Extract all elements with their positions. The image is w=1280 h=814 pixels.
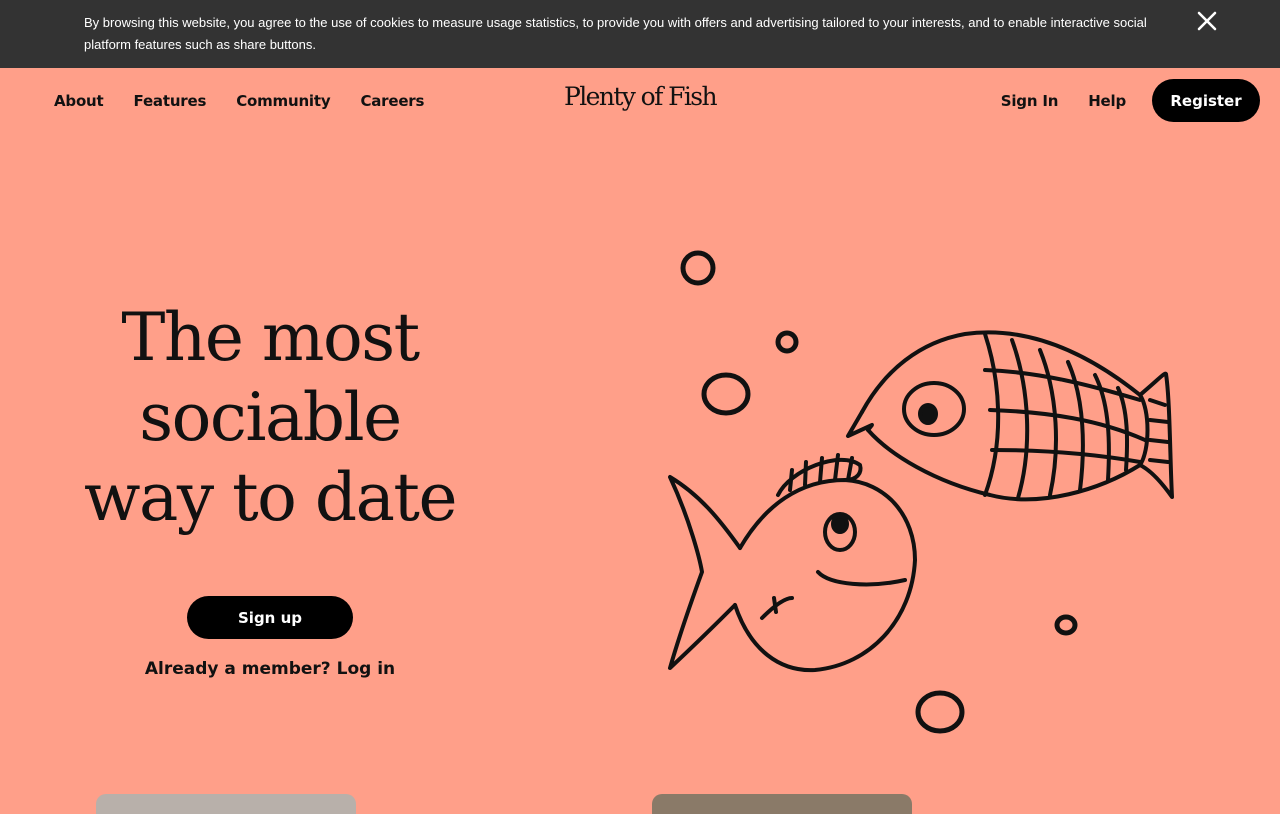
main-nav: About Features Community Careers Plenty … [0,68,1280,136]
preview-card [96,794,356,814]
nav-link-community[interactable]: Community [236,92,330,110]
hero-headline: The most sociable way to date [40,298,500,538]
nav-right-links: Sign In Help Register [1001,79,1260,122]
bubble-icon [915,690,965,734]
member-prompt-text: Already a member? [144,659,331,679]
nav-left-links: About Features Community Careers [54,92,424,110]
two-fish-illustration [640,230,1200,760]
sign-in-link[interactable]: Sign In [1001,92,1059,110]
round-fish-icon [668,453,917,673]
cookie-banner: By browsing this website, you agree to t… [0,0,1280,68]
site-logo[interactable]: Plenty of Fish [560,82,720,111]
preview-card [652,794,912,814]
help-link[interactable]: Help [1088,92,1126,110]
nav-link-about[interactable]: About [54,92,104,110]
nav-link-careers[interactable]: Careers [360,92,424,110]
hero-headline-line: The most [121,299,420,376]
close-icon[interactable] [1194,8,1220,34]
bubble-icon [1054,614,1078,636]
bubble-icon [701,372,751,416]
nav-link-features[interactable]: Features [134,92,207,110]
bubble-icon [680,250,716,286]
cookie-notice-text: By browsing this website, you agree to t… [84,15,1147,52]
log-in-link[interactable]: Log in [337,659,396,679]
login-prompt: Already a member? Log in [80,659,460,679]
register-button[interactable]: Register [1152,79,1260,122]
sign-up-button[interactable]: Sign up [187,596,353,639]
bubble-icon [775,330,799,354]
hero-headline-line: way to date [83,459,458,536]
hero-headline-line: sociable [139,379,402,456]
striped-fish-icon [846,330,1174,502]
